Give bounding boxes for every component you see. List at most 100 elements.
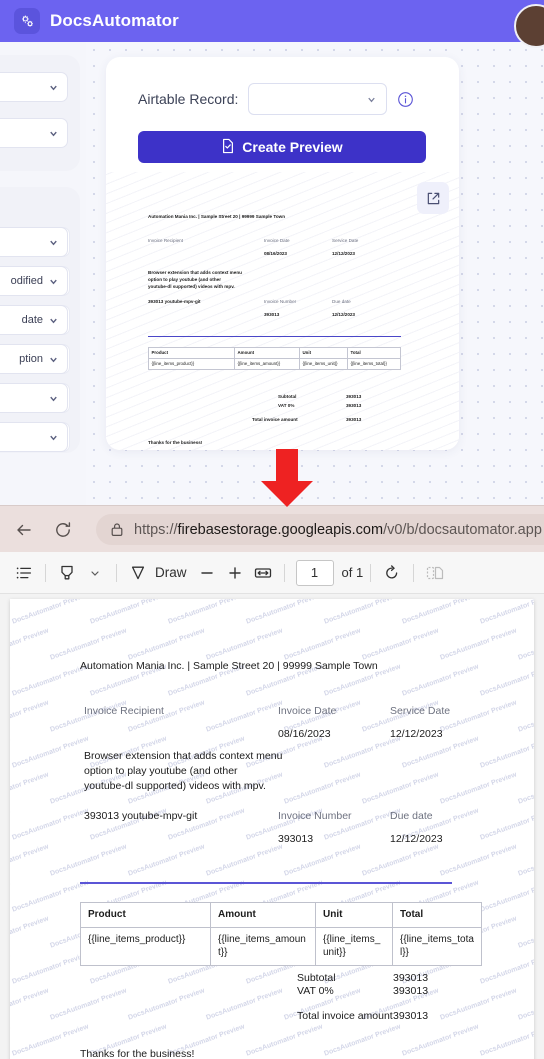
document-divider (80, 882, 452, 884)
mini-description-line3: youtube-dl supported) videos with mpv. (148, 284, 235, 289)
sidebar-select-1[interactable] (0, 118, 68, 148)
sidebar-select-5-label: ption (19, 353, 43, 365)
sidebar-select-4[interactable]: date (0, 305, 68, 335)
pen-icon[interactable] (124, 559, 152, 587)
mini-description-line2: option to play youtube (and other (148, 277, 221, 282)
description-line2: option to play youtube (and other (84, 765, 238, 777)
reload-icon[interactable] (51, 518, 75, 542)
chevron-down-icon (48, 432, 59, 443)
mini-subtotal-value: 393013 (346, 394, 362, 399)
service-date-label: Service Date (390, 705, 451, 717)
mini-td-amount: {{line_items_amount}} (235, 358, 300, 369)
chevron-down-icon (48, 354, 59, 365)
td-amount: {{line_items_amount}} (211, 927, 316, 965)
external-link-icon[interactable] (417, 182, 449, 214)
sidebar-select-2[interactable] (0, 227, 68, 257)
page-number-input[interactable] (295, 559, 334, 586)
screenshot-root: odified date ption Airtable Record: Crea… (0, 0, 544, 1059)
sidebar-select-3[interactable]: odified (0, 266, 68, 296)
chevron-down-icon (48, 276, 59, 287)
mini-td-product: {{line_items_product}} (149, 358, 235, 369)
th-total: Total (393, 903, 481, 928)
vat-value: 393013 (393, 985, 429, 997)
chevron-down-icon (48, 315, 59, 326)
sidebar-select-5[interactable]: ption (0, 344, 68, 374)
chevron-down-icon[interactable] (81, 559, 109, 587)
sidebar-select-7[interactable] (0, 422, 68, 452)
rotate-icon[interactable] (378, 559, 406, 587)
mini-vat-value: 393013 (346, 403, 362, 408)
invoice-number-label: Invoice Number (278, 810, 352, 822)
mini-th-product: Product (149, 348, 235, 359)
recipient-value: 393013 youtube-mpv-git (84, 810, 198, 822)
sidebar-select-4-label: date (21, 314, 43, 326)
invoice-date-value: 08/16/2023 (278, 728, 331, 740)
info-circle-icon[interactable] (397, 91, 414, 108)
total-value: 393013 (393, 1010, 429, 1022)
chevron-down-icon (48, 128, 59, 139)
mini-description-line1: Browser extension that adds context menu (148, 270, 242, 275)
mini-due-date-value: 12/12/2023 (332, 312, 355, 317)
mini-table-header-row: Product Amount Unit Total (149, 348, 400, 359)
draw-label[interactable]: Draw (155, 565, 187, 580)
chevron-down-icon (48, 82, 59, 93)
mini-company-line: Automation Mania Inc. | Sample Street 20… (148, 214, 286, 219)
mini-invoice-date-value: 08/16/2023 (264, 251, 287, 256)
invoice-document: Automation Mania Inc. | Sample Street 20… (10, 599, 534, 1059)
avatar[interactable] (514, 4, 544, 48)
recipient-label: Invoice Recipient (84, 705, 164, 717)
url-bar[interactable]: https://firebasestorage.googleapis.com/v… (96, 514, 544, 545)
th-amount: Amount (211, 903, 316, 928)
footer-text: Thanks for the business! (80, 1048, 195, 1059)
due-date-label: Due date (390, 810, 433, 822)
highlighter-icon[interactable] (53, 559, 81, 587)
invoice-date-label: Invoice Date (278, 705, 337, 717)
pdf-viewport[interactable]: DocsAutomator Preview DocsAutomator Previ… (0, 594, 544, 1059)
arrow-left-icon[interactable] (12, 518, 36, 542)
airtable-record-row: Airtable Record: (138, 83, 414, 115)
sidebar-select-6[interactable] (0, 383, 68, 413)
pdf-page: DocsAutomator Preview DocsAutomator Previ… (10, 599, 534, 1059)
app-header: DocsAutomator (0, 0, 544, 48)
url-text: https://firebasestorage.googleapis.com/v… (134, 522, 542, 538)
toolbar-separator (370, 563, 372, 582)
mini-th-total: Total (348, 348, 400, 359)
document-check-icon (221, 138, 235, 157)
td-unit: {{line_items_unit}} (316, 927, 393, 965)
mini-total-value: 393013 (346, 417, 362, 422)
page-layout-icon[interactable] (421, 559, 449, 587)
mini-td-unit: {{line_items_unit}} (300, 358, 348, 369)
mini-document-preview: Automation Mania Inc. | Sample Street 20… (106, 172, 459, 450)
gears-logo-icon (14, 8, 40, 34)
mini-line-items-table: Product Amount Unit Total {{line_items_p… (148, 347, 401, 370)
mini-table-row: {{line_items_product}} {{line_items_amou… (149, 358, 400, 369)
toolbar-separator (45, 563, 46, 582)
company-line: Automation Mania Inc. | Sample Street 20… (80, 660, 378, 672)
th-unit: Unit (316, 903, 393, 928)
mini-due-date-label: Due date (332, 299, 351, 304)
mini-recipient-value: 393013 youtube-mpv-git (148, 299, 201, 304)
pdf-toolbar: Draw of 1 (0, 552, 544, 594)
mini-invoice-number-label: Invoice Number (264, 299, 297, 304)
minus-icon[interactable] (193, 559, 221, 587)
table-of-contents-icon[interactable] (10, 559, 38, 587)
mini-total-label: Total invoice amount (252, 417, 298, 422)
sidebar-select-3-label: odified (10, 275, 43, 287)
mini-service-date-label: Service Date (332, 238, 359, 243)
mini-subtotal-label: Subtotal (278, 394, 297, 399)
url-host: firebasestorage.googleapis.com (177, 521, 384, 538)
url-scheme: https:// (134, 521, 178, 538)
browser-window: https://firebasestorage.googleapis.com/v… (0, 505, 544, 1059)
airtable-record-label: Airtable Record: (138, 91, 239, 107)
create-preview-button[interactable]: Create Preview (138, 131, 426, 163)
td-total: {{line_items_total}} (400, 933, 474, 959)
fit-to-width-icon[interactable] (249, 559, 277, 587)
airtable-record-select[interactable] (248, 83, 388, 115)
mini-td-total: {{line_items_total}} (350, 360, 387, 366)
sidebar-select-0[interactable] (0, 72, 68, 102)
mini-th-amount: Amount (235, 348, 300, 359)
red-down-arrow-icon (256, 447, 318, 509)
preview-card: Airtable Record: Create Preview Automati… (106, 57, 459, 450)
plus-icon[interactable] (221, 559, 249, 587)
chevron-down-icon (48, 393, 59, 404)
